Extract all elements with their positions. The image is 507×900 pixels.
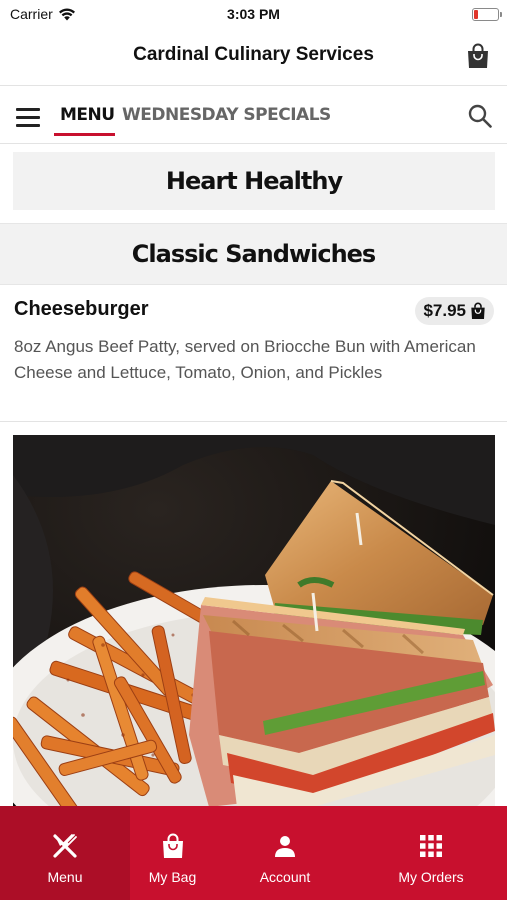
nav-menu[interactable]: Menu [0, 806, 130, 900]
item-photo[interactable] [13, 435, 495, 807]
tab-menu[interactable]: MENU [60, 105, 115, 125]
person-icon [275, 836, 295, 857]
status-bar: Carrier 3:03 PM [0, 0, 507, 28]
battery-level [474, 10, 478, 19]
category-title: Heart Healthy [165, 167, 343, 195]
add-to-bag-price-button[interactable]: $7.95 [415, 297, 494, 325]
battery-icon [472, 8, 502, 21]
nav-label: Account [259, 869, 311, 885]
fork-knife-icon [53, 834, 77, 858]
category-heart-healthy[interactable]: Heart Healthy [13, 152, 495, 210]
item-description: 8oz Angus Beef Patty, served on Briocche… [14, 337, 476, 382]
category-classic-sandwiches[interactable]: Classic Sandwiches [0, 223, 507, 285]
nav-label: My Orders [398, 869, 464, 885]
tab-wednesday-specials[interactable]: WEDNESDAY SPECIALS [122, 105, 331, 125]
bottom-navigation: Menu My Bag Account My Orders [0, 806, 507, 900]
divider [0, 421, 507, 422]
nav-my-orders[interactable]: My Orders [355, 806, 507, 900]
search-icon [468, 104, 492, 128]
nav-label: My Bag [148, 869, 197, 885]
item-price: $7.95 [423, 301, 466, 320]
shopping-bag-icon [471, 302, 485, 319]
shopping-bag-icon [468, 43, 488, 68]
status-time: 3:03 PM [227, 6, 280, 22]
header-bag-button[interactable] [463, 40, 493, 72]
nav-account[interactable]: Account [215, 806, 355, 900]
category-title: Classic Sandwiches [131, 240, 376, 268]
nav-label: Menu [47, 869, 83, 885]
tab-bar: MENU WEDNESDAY SPECIALS [0, 88, 507, 144]
item-name[interactable]: Cheeseburger [14, 298, 149, 321]
shopping-bag-icon [162, 833, 183, 858]
nav-my-bag[interactable]: My Bag [130, 806, 215, 900]
hamburger-menu-icon[interactable] [12, 104, 44, 130]
grid-icon [420, 835, 442, 857]
search-button[interactable] [467, 103, 493, 129]
app-header: Cardinal Culinary Services [0, 28, 507, 86]
club-sandwich-with-fries-photo [13, 435, 495, 807]
app-title: Cardinal Culinary Services [133, 44, 374, 65]
tab-active-indicator [54, 133, 115, 136]
